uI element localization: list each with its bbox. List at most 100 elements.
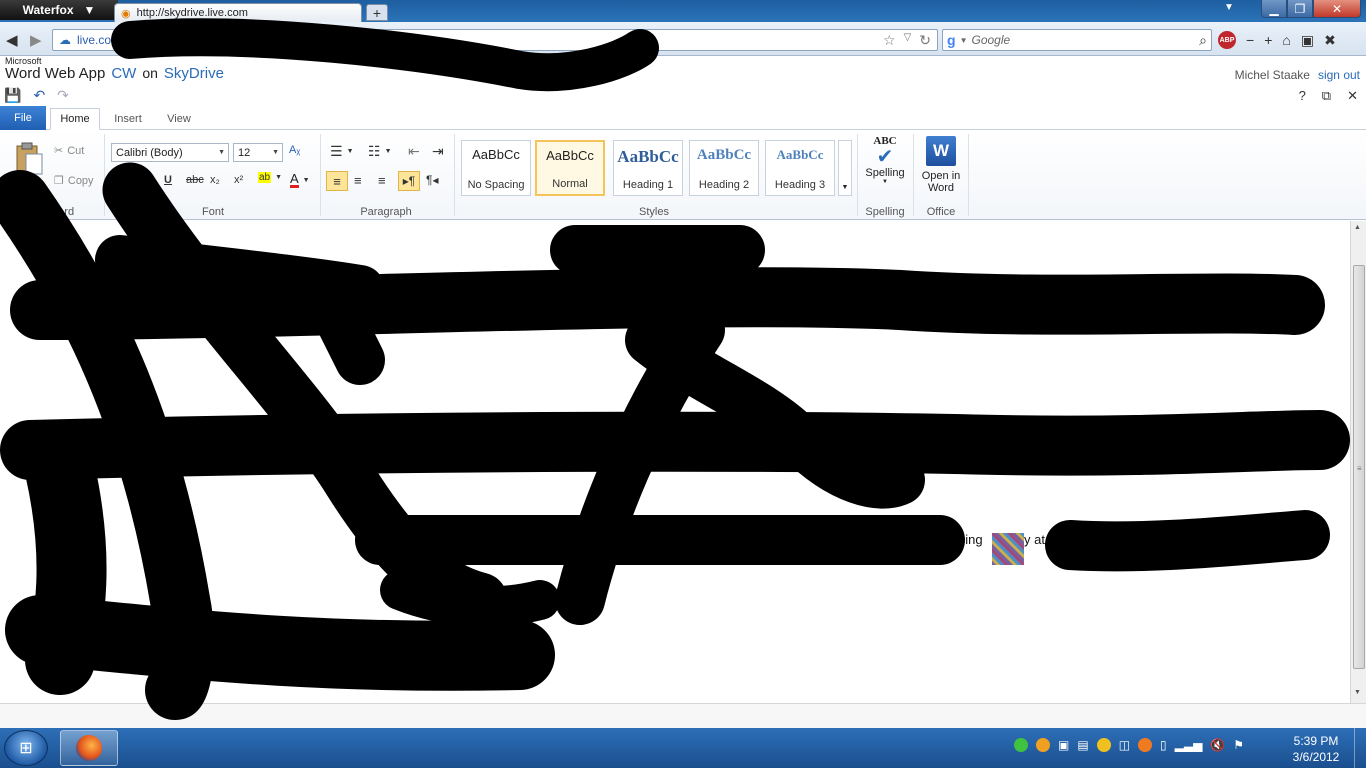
reload-icon[interactable]: ↻ xyxy=(919,32,931,49)
decrease-indent-button[interactable]: ⇤ xyxy=(408,143,420,160)
spelling-button[interactable]: ABC ✔ Spelling ▼ xyxy=(862,136,908,202)
ribbon-divider xyxy=(968,134,969,216)
chevron-down-icon: ▼ xyxy=(218,149,225,156)
document-name-link[interactable]: CW xyxy=(111,65,136,82)
scroll-up-icon[interactable]: ▲ xyxy=(1354,224,1361,231)
user-name[interactable]: Michel Staake xyxy=(1235,68,1310,82)
increase-indent-button[interactable]: ⇥ xyxy=(432,143,444,160)
save-icon[interactable]: 💾 xyxy=(4,87,21,104)
tab-file[interactable]: File xyxy=(0,106,46,130)
tray-avast-icon[interactable] xyxy=(1138,738,1153,752)
style-no-spacing[interactable]: AaBbCc No Spacing xyxy=(461,140,531,196)
google-icon[interactable]: g xyxy=(947,32,956,48)
styles-gallery-more-button[interactable]: ▼ xyxy=(838,140,852,196)
site-identity-icon: ☁ xyxy=(59,33,71,47)
signal-icon[interactable]: ▂▃▅ xyxy=(1175,738,1203,752)
clock-time: 5:39 PM xyxy=(1293,734,1339,748)
document-canvas[interactable]: oing y at xyxy=(0,221,1349,703)
font-size-value: 12 xyxy=(238,146,251,159)
tray-network-manager-icon[interactable]: ◫ xyxy=(1119,738,1130,752)
style-heading-1[interactable]: AaBbCc Heading 1 xyxy=(613,140,683,196)
ltr-icon: ▸¶ xyxy=(402,174,416,188)
highlight-button[interactable]: ab ▼ xyxy=(258,172,282,183)
minimize-button[interactable]: ▁ xyxy=(1261,0,1287,18)
tab-view[interactable]: View xyxy=(156,108,202,130)
app-menu-button[interactable]: Waterfox ▼ xyxy=(0,0,118,20)
cut-button[interactable]: ✂ Cut xyxy=(54,144,84,158)
chevron-down-icon: ▼ xyxy=(272,149,279,156)
align-right-button[interactable]: ≡ xyxy=(378,173,386,188)
style-heading-2[interactable]: AaBbCc Heading 2 xyxy=(689,140,759,196)
clear-formatting-button[interactable]: Aᵪ xyxy=(289,144,300,156)
open-in-word-label-1: Open in xyxy=(921,170,961,182)
tab-insert[interactable]: Insert xyxy=(104,108,152,130)
tray-device-icon[interactable]: ▤ xyxy=(1077,738,1088,752)
subscript-button[interactable]: x₂ xyxy=(210,174,220,186)
undo-icon[interactable]: ↶ xyxy=(33,87,45,104)
style-normal[interactable]: AaBbCc Normal xyxy=(535,140,605,196)
popout-icon[interactable]: ⧉ xyxy=(1322,88,1331,104)
inline-image[interactable] xyxy=(992,533,1024,565)
font-color-button[interactable]: A ▼ xyxy=(290,172,310,188)
url-dropdown-icon[interactable]: ▽ xyxy=(904,32,912,49)
close-document-icon[interactable]: ✕ xyxy=(1347,88,1358,104)
back-icon[interactable]: ◀ xyxy=(6,31,18,49)
taskbar-firefox-button[interactable] xyxy=(60,730,118,766)
sign-out-link[interactable]: sign out xyxy=(1318,68,1360,82)
adblock-icon[interactable]: ABP xyxy=(1218,31,1236,49)
tray-monitor-icon[interactable]: ▣ xyxy=(1058,738,1069,752)
align-center-button[interactable]: ≡ xyxy=(354,173,362,188)
action-center-flag-icon[interactable]: ⚑ xyxy=(1233,738,1244,752)
search-bar[interactable]: g ▼ Google ⌕ xyxy=(942,29,1212,51)
tray-update-icon[interactable] xyxy=(1036,738,1050,752)
extension-icon[interactable]: ▣ xyxy=(1301,32,1314,49)
superscript-button[interactable]: x² xyxy=(234,174,243,186)
browser-tab[interactable]: ◉ http://skydrive.live.com xyxy=(114,3,362,22)
numbering-button[interactable]: ☷ ▼ xyxy=(368,143,392,160)
menu-icon[interactable]: ✖ xyxy=(1324,32,1336,49)
rtl-icon: ¶◂ xyxy=(426,173,439,187)
forward-icon[interactable]: ▶ xyxy=(30,31,42,49)
status-bar xyxy=(0,703,1366,728)
scroll-down-icon[interactable]: ▼ xyxy=(1354,689,1361,696)
redo-icon[interactable]: ↷ xyxy=(57,87,69,104)
tray-app-icon[interactable] xyxy=(1096,738,1111,752)
vertical-scrollbar[interactable]: ▲ ≡ ▼ xyxy=(1350,221,1366,703)
skydrive-link[interactable]: SkyDrive xyxy=(164,65,224,82)
bookmark-star-icon[interactable]: ☆ xyxy=(883,32,896,49)
zoom-in-icon[interactable]: + xyxy=(1264,32,1272,48)
show-desktop-button[interactable] xyxy=(1354,728,1366,768)
url-bar[interactable]: ☁ live.co ☆ ▽ ↻ xyxy=(52,29,938,51)
tray-status-icon[interactable] xyxy=(1014,738,1028,752)
search-icon[interactable]: ⌕ xyxy=(1199,32,1207,49)
bullets-button[interactable]: ☰ ▼ xyxy=(330,143,354,160)
style-label: Heading 1 xyxy=(622,179,674,191)
tab-home[interactable]: Home xyxy=(50,108,100,130)
rtl-button[interactable]: ¶◂ xyxy=(426,173,438,187)
taskbar-clock[interactable]: 5:39 PM 3/6/2012 xyxy=(1286,733,1346,765)
zoom-out-icon[interactable]: − xyxy=(1246,32,1254,48)
align-left-button[interactable]: ≡ xyxy=(326,171,348,191)
copy-button[interactable]: ❐ Copy xyxy=(54,174,94,188)
search-engine-dropdown-icon[interactable]: ▼ xyxy=(960,36,968,45)
new-tab-button[interactable]: + xyxy=(366,4,388,21)
scrollbar-thumb[interactable]: ≡ xyxy=(1353,265,1365,669)
strikethrough-button[interactable]: abc xyxy=(186,174,204,186)
font-size-select[interactable]: 12 ▼ xyxy=(233,143,283,162)
home-icon[interactable]: ⌂ xyxy=(1282,32,1290,48)
close-button[interactable]: ✕ xyxy=(1313,0,1361,18)
maximize-button[interactable]: ❐ xyxy=(1287,0,1313,18)
underline-button[interactable]: U xyxy=(164,174,172,186)
tab-list-icon[interactable]: ▼ xyxy=(1224,2,1234,13)
battery-icon[interactable]: ▯ xyxy=(1160,738,1167,752)
ltr-button[interactable]: ▸¶ xyxy=(398,171,420,191)
paste-button[interactable]: Paste xyxy=(4,134,48,190)
style-heading-3[interactable]: AaBbCc Heading 3 xyxy=(765,140,835,196)
font-name-select[interactable]: Calibri (Body) ▼ xyxy=(111,143,229,162)
help-icon[interactable]: ? xyxy=(1299,88,1306,104)
start-button[interactable]: ⊞ xyxy=(4,730,48,766)
search-input[interactable]: Google xyxy=(971,33,1010,47)
volume-muted-icon[interactable]: 🔇 xyxy=(1210,738,1225,752)
open-in-word-button[interactable]: W Open in Word xyxy=(916,136,966,202)
minimize-icon: ▁ xyxy=(1269,1,1279,16)
